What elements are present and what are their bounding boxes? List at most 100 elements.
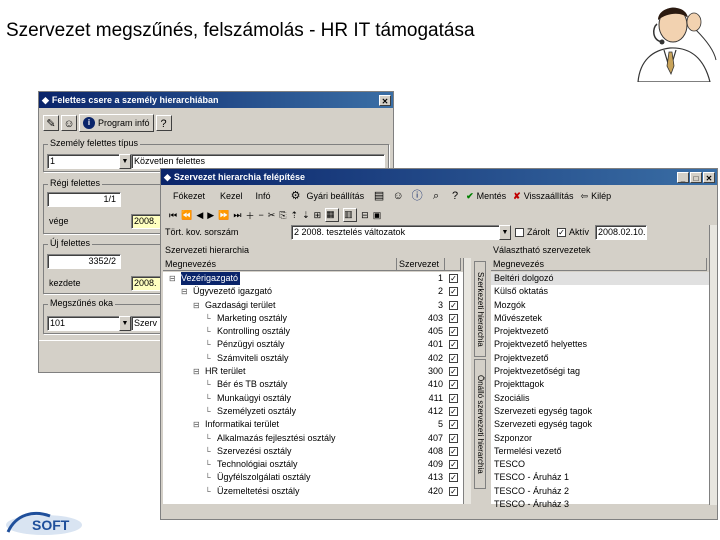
hierarchy-row-checkbox[interactable]: ✓ — [449, 486, 458, 496]
hierarchy-row-checkbox[interactable]: ✓ — [449, 340, 458, 350]
help-icon[interactable]: ? — [447, 188, 463, 204]
cut-icon[interactable]: ✂ — [268, 210, 276, 221]
left-col-code-header[interactable]: Szervezet — [397, 258, 445, 271]
view-layout-1-icon[interactable]: ▦ — [325, 208, 340, 222]
hierarchy-row-checkbox[interactable]: ✓ — [449, 353, 458, 363]
available-org-row[interactable]: TESCO - Áruház 3 — [491, 498, 709, 511]
first-record-icon[interactable]: ⏮ — [169, 210, 177, 221]
hierarchy-row-checkbox[interactable]: ✓ — [449, 446, 458, 456]
people-icon[interactable]: ☺ — [390, 188, 406, 204]
new-supervisor-start-date-field[interactable]: 2008. — [131, 276, 161, 291]
print-icon[interactable]: ▤ — [371, 188, 387, 204]
hierarchy-row[interactable]: └ Ügyfélszolgálati osztály 413 ✓ — [163, 471, 463, 484]
hierarchy-row[interactable]: └ Szervezési osztály 408 ✓ — [163, 445, 463, 458]
tree-collapse-icon[interactable]: ⊟ — [193, 365, 200, 378]
available-org-row[interactable]: Projektvezető helyettes — [491, 338, 709, 351]
search-icon[interactable]: ⌕ — [428, 188, 444, 204]
undo-button[interactable]: Visszaállítás — [524, 191, 574, 201]
available-org-row[interactable]: Szponzor — [491, 432, 709, 445]
hierarchy-row-checkbox[interactable]: ✓ — [449, 367, 458, 377]
org-hierarchy-titlebar[interactable]: ◆ Szervezet hierarchia felépítése _ □ ✕ — [161, 169, 717, 185]
hierarchy-row-checkbox[interactable]: ✓ — [449, 287, 458, 297]
available-org-row[interactable]: Művészetek — [491, 312, 709, 325]
next-record-icon[interactable]: ▶ — [207, 210, 214, 221]
supervisor-change-titlebar[interactable]: ◆ Felettes csere a személy hierarchiában… — [39, 92, 393, 108]
new-supervisor-field[interactable]: 3352/2 — [47, 254, 121, 269]
exit-button[interactable]: Kilép — [591, 191, 611, 201]
hierarchy-row[interactable]: └ Technológiai osztály 409 ✓ — [163, 458, 463, 471]
available-org-row[interactable]: Szervezeti egység tagok — [491, 418, 709, 431]
hierarchy-row[interactable]: └ Bér és TB osztály 410 ✓ — [163, 378, 463, 391]
people-icon[interactable]: ☺ — [61, 115, 77, 131]
available-org-row[interactable]: Projektvezető — [491, 325, 709, 338]
save-button[interactable]: Mentés — [477, 191, 507, 201]
available-org-row[interactable]: Projekttagok — [491, 378, 709, 391]
edit-icon[interactable]: ✎ — [43, 115, 59, 131]
hierarchy-row[interactable]: ⊟ Ügyvezető igazgató 2 ✓ — [163, 285, 463, 298]
available-org-row[interactable]: TESCO - Áruház 2 — [491, 485, 709, 498]
info-icon[interactable]: ⓘ — [409, 188, 425, 204]
hierarchy-row[interactable]: └ Üzemeltetési osztály 420 ✓ — [163, 485, 463, 498]
left-col-name-header[interactable]: Megnevezés — [163, 258, 397, 271]
prev-record-icon[interactable]: ◀ — [196, 210, 203, 221]
available-org-row[interactable]: Szervezeti egység tagok — [491, 405, 709, 418]
left-col-check-header[interactable] — [445, 258, 461, 271]
view-layout-2-icon[interactable]: ▥ — [343, 208, 358, 222]
hierarchy-row[interactable]: ⊟ Vezérigazgató 1 ✓ — [163, 272, 463, 285]
close-window-button[interactable]: ✕ — [703, 171, 715, 183]
version-field[interactable]: 2 2008. tesztelés változatok — [291, 225, 503, 240]
old-supervisor-field[interactable]: 1/1 — [47, 192, 121, 207]
hierarchy-row[interactable]: └ Személyzeti osztály 412 ✓ — [163, 405, 463, 418]
menu-item-main[interactable]: Fókezet — [173, 191, 205, 201]
move-up-icon[interactable]: ⇡ — [291, 210, 299, 221]
available-org-row[interactable]: TESCO — [491, 458, 709, 471]
right-col-name-header[interactable]: Megnevezés — [491, 258, 707, 271]
vtab-structural-hierarchy[interactable]: Szerkezeti hierarchia — [474, 261, 486, 357]
available-org-row[interactable]: Külső oktatás — [491, 285, 709, 298]
hierarchy-row-checkbox[interactable]: ✓ — [449, 274, 458, 283]
hierarchy-row-checkbox[interactable]: ✓ — [449, 433, 458, 443]
program-info-button[interactable]: i Program infó — [79, 114, 154, 132]
maximize-window-button[interactable]: □ — [690, 171, 702, 183]
old-supervisor-end-date-field[interactable]: 2008. — [131, 214, 161, 229]
close-window-button[interactable]: ✕ — [379, 94, 391, 106]
expand-icon[interactable]: ⊞ — [314, 210, 322, 221]
menu-item-info[interactable]: Infó — [256, 191, 271, 201]
available-org-row[interactable]: Termelési vezető — [491, 445, 709, 458]
add-record-icon[interactable]: ＋ — [246, 209, 255, 222]
factory-settings-label[interactable]: Gyári beállítás — [307, 191, 365, 201]
right-scrollbar[interactable] — [709, 225, 717, 505]
copy-icon[interactable]: ⎘ — [279, 210, 286, 221]
hierarchy-row[interactable]: └ Számviteli osztály 402 ✓ — [163, 352, 463, 365]
hierarchy-row[interactable]: └ Kontrolling osztály 405 ✓ — [163, 325, 463, 338]
hierarchy-row[interactable]: ⊟ HR terület 300 ✓ — [163, 365, 463, 378]
hierarchy-row-checkbox[interactable]: ✓ — [449, 460, 458, 470]
available-org-row[interactable]: Projektvezetőségi tag — [491, 365, 709, 378]
tree-collapse-icon[interactable]: ⊟ — [169, 272, 176, 285]
last-record-icon[interactable]: ⏭ — [233, 210, 241, 221]
left-scrollbar[interactable] — [463, 258, 471, 504]
vtab-independent-hierarchy[interactable]: Önálló szervezeti hierarchia — [474, 359, 486, 489]
hierarchy-row[interactable]: └ Munkaügyi osztály 411 ✓ — [163, 392, 463, 405]
hierarchy-row[interactable]: ⊟ Informatikai terület 5 ✓ — [163, 418, 463, 431]
hierarchy-row-checkbox[interactable]: ✓ — [449, 327, 458, 337]
menu-item-manage[interactable]: Kezel — [220, 191, 243, 201]
hierarchy-row-checkbox[interactable]: ✓ — [449, 313, 458, 323]
hierarchy-row-checkbox[interactable]: ✓ — [449, 393, 458, 403]
supervisor-type-dropdown-button[interactable]: ▼ — [119, 154, 131, 169]
version-dropdown-button[interactable]: ▼ — [499, 225, 511, 240]
active-date-field[interactable]: 2008.02.10. — [595, 225, 647, 240]
next-page-icon[interactable]: ⏩ — [218, 210, 229, 221]
available-org-row[interactable]: Szociális — [491, 392, 709, 405]
help-icon[interactable]: ? — [155, 115, 172, 131]
closed-checkbox[interactable] — [515, 228, 524, 237]
hierarchy-row-checkbox[interactable]: ✓ — [449, 473, 458, 483]
tree-icon[interactable]: ⚙ — [288, 188, 304, 204]
hierarchy-row[interactable]: └ Pénzügyi osztály 401 ✓ — [163, 338, 463, 351]
available-org-row[interactable]: Projektvezető — [491, 352, 709, 365]
tree-collapse-icon[interactable]: ⊟ — [193, 299, 200, 312]
available-org-row[interactable]: Beltéri dolgozó — [491, 272, 709, 286]
hierarchy-row-checkbox[interactable]: ✓ — [449, 406, 458, 416]
hierarchy-row-checkbox[interactable]: ✓ — [449, 420, 458, 430]
hierarchy-row-checkbox[interactable]: ✓ — [449, 300, 458, 310]
